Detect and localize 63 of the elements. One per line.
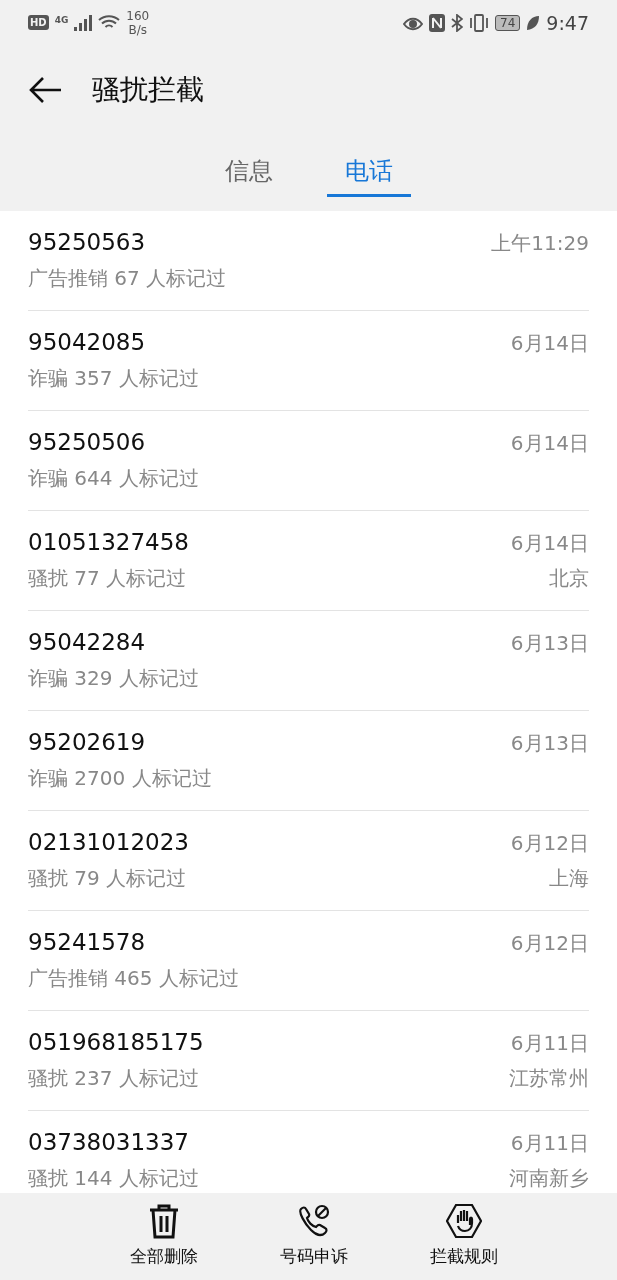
- network-type: 4G: [54, 14, 69, 25]
- tab[interactable]: 电话: [326, 135, 411, 197]
- mark-info: 广告推销 67 人标记过: [28, 265, 227, 292]
- call-date: 6月14日: [510, 530, 589, 557]
- call-date: 6月11日: [510, 1130, 589, 1157]
- call-row[interactable]: 95042085 6月14日 诈骗 357 人标记过: [28, 311, 589, 411]
- speed-unit: B/s: [128, 22, 148, 37]
- phone-number: 03738031337: [28, 1129, 189, 1155]
- toolbar-button[interactable]: 号码申诉: [258, 1193, 369, 1280]
- call-row[interactable]: 95250563 上午11:29 广告推销 67 人标记过: [28, 211, 589, 311]
- phone-number: 051968185175: [28, 1029, 204, 1055]
- hd-badge: HD: [28, 15, 49, 30]
- toolbar-button[interactable]: 全部删除: [108, 1193, 219, 1280]
- tab[interactable]: 信息: [206, 135, 291, 197]
- phone-number: 01051327458: [28, 529, 189, 555]
- mark-info: 骚扰 79 人标记过: [28, 865, 187, 892]
- call-row[interactable]: 95042284 6月13日 诈骗 329 人标记过: [28, 611, 589, 711]
- vibrate-icon: [469, 13, 490, 32]
- phone-number: 95250563: [28, 229, 146, 255]
- call-row[interactable]: 01051327458 6月14日 骚扰 77 人标记过 北京: [28, 511, 589, 611]
- location: 上海: [549, 865, 589, 892]
- mark-info: 诈骗 329 人标记过: [28, 665, 199, 692]
- phone-number: 95250506: [28, 429, 146, 455]
- phone-number: 95202619: [28, 729, 146, 755]
- call-date: 6月13日: [510, 730, 589, 757]
- signal-icon: [74, 14, 93, 31]
- call-date: 6月14日: [510, 330, 589, 357]
- call-date: 上午11:29: [491, 230, 589, 257]
- mark-info: 诈骗 357 人标记过: [28, 365, 199, 392]
- call-row[interactable]: 95250506 6月14日 诈骗 644 人标记过: [28, 411, 589, 511]
- call-row[interactable]: 95202619 6月13日 诈骗 2700 人标记过: [28, 711, 589, 811]
- call-row[interactable]: 95241578 6月12日 广告推销 465 人标记过: [28, 911, 589, 1011]
- call-row[interactable]: 03738031337 6月11日 骚扰 144 人标记过 河南新乡: [28, 1111, 589, 1193]
- call-date: 6月13日: [510, 630, 589, 657]
- call-date: 6月14日: [510, 430, 589, 457]
- call-row[interactable]: 051968185175 6月11日 骚扰 237 人标记过 江苏常州: [28, 1011, 589, 1111]
- battery-icon: 74: [495, 14, 521, 31]
- call-date: 6月12日: [510, 930, 589, 957]
- phone-number: 02131012023: [28, 829, 189, 855]
- location: 河南新乡: [509, 1165, 589, 1192]
- hand-stop-icon: [445, 1203, 482, 1239]
- mark-info: 广告推销 465 人标记过: [28, 965, 239, 992]
- clock-time: 9:47: [546, 11, 589, 34]
- leaf-icon: [526, 14, 541, 31]
- toolbar-button[interactable]: 拦截规则: [408, 1193, 519, 1280]
- phone-number: 95042085: [28, 329, 146, 355]
- speed-value: 160: [126, 8, 150, 23]
- bluetooth-icon: [451, 13, 464, 32]
- mark-info: 诈骗 644 人标记过: [28, 465, 199, 492]
- location: 北京: [549, 565, 589, 592]
- mark-info: 骚扰 237 人标记过: [28, 1065, 199, 1092]
- nfc-icon: [429, 13, 446, 32]
- phone-number: 95042284: [28, 629, 146, 655]
- mark-info: 骚扰 77 人标记过: [28, 565, 187, 592]
- page-title: 骚扰拦截: [92, 72, 204, 108]
- back-arrow-icon[interactable]: [28, 76, 62, 104]
- location: 江苏常州: [509, 1065, 589, 1092]
- phone-number: 95241578: [28, 929, 146, 955]
- call-date: 6月11日: [510, 1030, 589, 1057]
- mark-info: 骚扰 144 人标记过: [28, 1165, 199, 1192]
- mark-info: 诈骗 2700 人标记过: [28, 765, 212, 792]
- call-date: 6月12日: [510, 830, 589, 857]
- call-row[interactable]: 02131012023 6月12日 骚扰 79 人标记过 上海: [28, 811, 589, 911]
